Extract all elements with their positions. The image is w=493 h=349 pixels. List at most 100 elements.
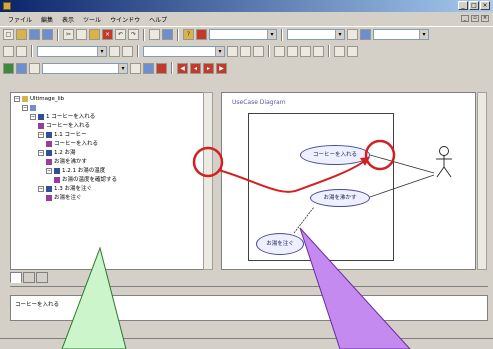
tool-icon[interactable] (29, 62, 40, 74)
filter-combo[interactable] (37, 45, 107, 57)
tab-diagrams[interactable] (23, 272, 35, 283)
mdi-restore-button[interactable]: ▫ (471, 15, 479, 22)
toolbar-separator (171, 62, 173, 74)
output-line: コーヒーを入れる (15, 302, 60, 308)
paste-icon[interactable] (89, 29, 100, 40)
tree-item[interactable]: お湯を注ぐ (14, 194, 212, 203)
tool-icon[interactable] (16, 45, 27, 57)
tool-icon[interactable] (122, 45, 133, 57)
left-pane-tabs (10, 272, 214, 284)
tool-icon[interactable] (347, 45, 358, 57)
tree-item[interactable]: お湯の温度を確認する (14, 176, 212, 185)
tree-scrollbar[interactable] (203, 92, 213, 270)
open-folder-icon[interactable] (16, 29, 27, 40)
tool-icon[interactable] (313, 45, 324, 57)
redo-icon[interactable]: ↷ (128, 29, 139, 40)
expand-toggle-icon[interactable]: − (46, 167, 52, 174)
copy-icon[interactable] (76, 29, 87, 40)
save-all-icon[interactable] (42, 29, 53, 40)
tree-item-label: 1.2.1 お湯の温度 (62, 168, 106, 174)
tree-item[interactable]: − 1.1 コーヒー (14, 131, 212, 140)
tree-item[interactable]: − (14, 104, 212, 113)
tool-icon[interactable] (130, 62, 141, 74)
new-file-icon[interactable]: □ (3, 29, 14, 40)
toolbar-option-icon[interactable] (360, 29, 371, 40)
tool-icon[interactable] (274, 45, 285, 57)
tab-properties[interactable] (36, 272, 48, 283)
back-icon[interactable]: ◀ (177, 62, 188, 74)
forward-icon[interactable]: ▶ (216, 62, 227, 74)
tool-icon[interactable] (334, 45, 345, 57)
search-combo[interactable] (42, 62, 128, 74)
tree-item[interactable]: − 1.2.1 お湯の温度 (14, 167, 212, 176)
help-icon[interactable] (196, 29, 207, 40)
tab-model[interactable] (10, 272, 22, 283)
layout-icon[interactable] (162, 29, 173, 40)
expand-toggle-icon[interactable]: − (14, 95, 20, 102)
menu-help[interactable]: ヘルプ (149, 15, 167, 24)
expand-toggle-icon[interactable]: − (30, 113, 36, 120)
save-icon[interactable] (29, 29, 40, 40)
tool-icon[interactable] (287, 45, 298, 57)
tool-icon[interactable] (300, 45, 311, 57)
tool-icon[interactable] (227, 45, 238, 57)
delete-icon[interactable]: × (102, 29, 113, 40)
expand-toggle-icon[interactable]: − (38, 185, 44, 192)
diagram-scrollbar[interactable] (477, 92, 487, 270)
tool-icon[interactable] (253, 45, 264, 57)
find-icon[interactable]: ? (183, 29, 194, 40)
note-icon (46, 140, 52, 147)
tree-item[interactable]: − 1.2 お湯 (14, 149, 212, 158)
menu-view[interactable]: 表示 (62, 15, 74, 24)
output-status-row (10, 323, 488, 335)
mdi-close-button[interactable]: × (481, 15, 489, 22)
toolbar-option-icon[interactable] (347, 29, 358, 40)
toolbar-separator (137, 45, 139, 57)
tree-item-label: コーヒーを入れる (46, 123, 91, 129)
menu-window[interactable]: ウインドウ (110, 15, 140, 24)
menu-tools[interactable]: ツール (83, 15, 101, 24)
minimize-button[interactable]: _ (458, 1, 468, 10)
tool-icon[interactable] (109, 45, 120, 57)
tree-item[interactable]: − 1.3 お湯を注ぐ (14, 185, 212, 194)
app-icon (3, 2, 11, 10)
tree-item[interactable]: お湯を沸かす (14, 158, 212, 167)
close-button[interactable]: × (480, 1, 490, 10)
mdi-controls: _ ▫ × (461, 15, 489, 22)
step-back-icon[interactable]: ◂ (190, 62, 201, 74)
element-combo[interactable] (143, 45, 225, 57)
status-bar (0, 338, 493, 349)
step-forward-icon[interactable]: ▸ (203, 62, 214, 74)
tool-icon[interactable] (143, 62, 154, 74)
tool-icon[interactable] (3, 45, 14, 57)
expand-toggle-icon[interactable]: − (38, 149, 44, 156)
tool-icon[interactable] (156, 62, 167, 74)
cut-icon[interactable]: ✂ (63, 29, 74, 40)
expand-toggle-icon[interactable]: − (38, 131, 44, 138)
undo-icon[interactable]: ↶ (115, 29, 126, 40)
model-combo[interactable] (209, 29, 277, 40)
tool-icon[interactable] (3, 62, 14, 74)
actor-icon[interactable] (432, 145, 456, 181)
menu-edit[interactable]: 編集 (41, 15, 53, 24)
secondary-toolbar (0, 43, 493, 59)
tool-icon[interactable] (240, 45, 251, 57)
mdi-minimize-button[interactable]: _ (461, 15, 469, 22)
app-combo[interactable] (373, 29, 429, 40)
tree-item[interactable]: − 1 コーヒーを入れる (14, 113, 212, 122)
tree-item[interactable]: − Ultimage_lib (14, 95, 212, 104)
tool-icon[interactable] (16, 62, 27, 74)
view-combo[interactable] (287, 29, 345, 40)
tree-item[interactable]: コーヒーを入れる (14, 122, 212, 131)
toolbar-separator (31, 45, 33, 57)
toolbar-separator (177, 28, 179, 41)
diagram-canvas[interactable]: UseCase Diagram コーヒーを入れる お湯を沸かす お湯を注ぐ (221, 92, 476, 270)
model-tree-pane[interactable]: − Ultimage_lib − −1 コーヒーを入れる コーヒーを入れる −1.1 コー… (10, 92, 213, 270)
tree-item[interactable]: コーヒーを入れる (14, 140, 212, 149)
maximize-button[interactable]: □ (469, 1, 479, 10)
diagram-icon[interactable] (149, 29, 160, 40)
expand-toggle-icon[interactable]: − (22, 104, 28, 111)
note-icon (38, 122, 44, 129)
tree-item-label: 1 コーヒーを入れる (46, 114, 96, 120)
menu-file[interactable]: ファイル (8, 15, 32, 24)
